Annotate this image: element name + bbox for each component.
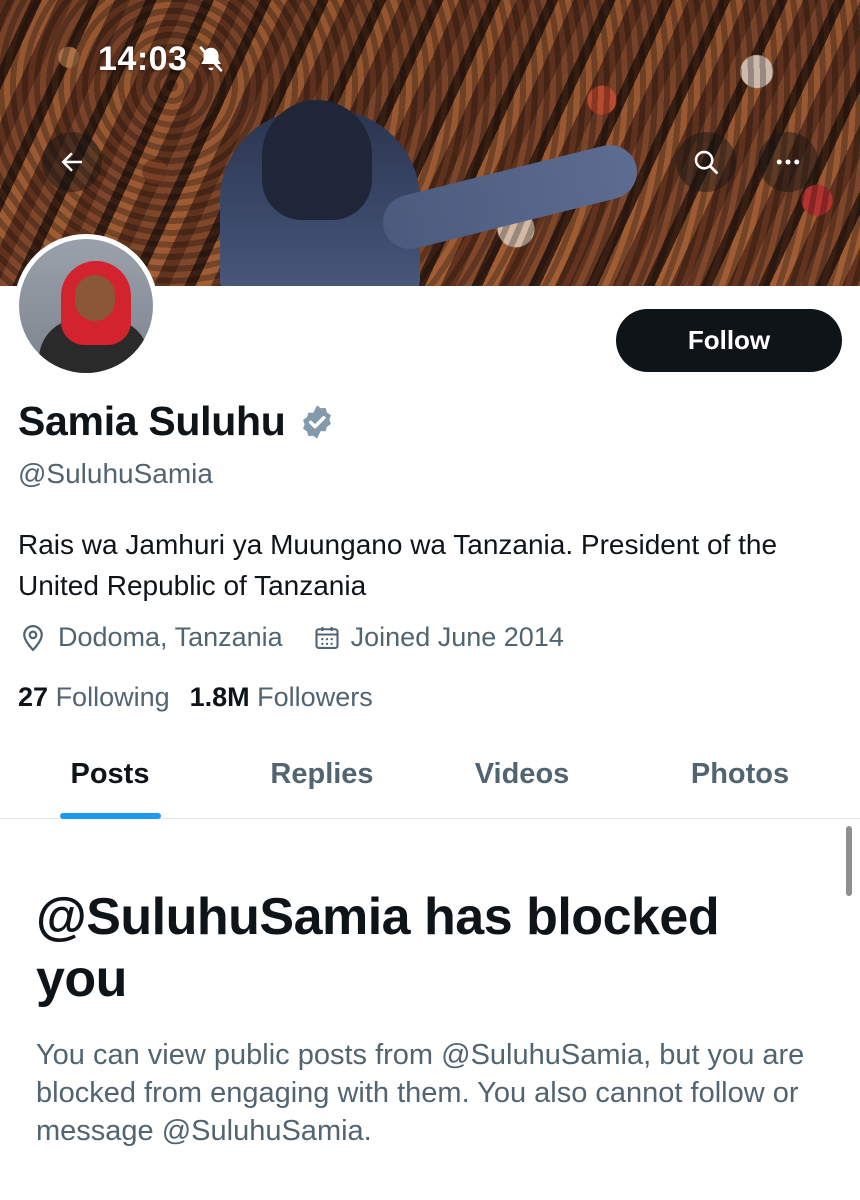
status-bar-time: 14:03 bbox=[98, 40, 188, 78]
tab-photos-label: Photos bbox=[690, 758, 790, 790]
active-tab-indicator bbox=[60, 813, 161, 819]
location-item: Dodoma, Tanzania bbox=[18, 622, 283, 653]
follow-stats: 27 Following 1.8M Followers bbox=[18, 682, 373, 713]
following-link[interactable]: 27 Following bbox=[18, 682, 170, 713]
joined-text: Joined June 2014 bbox=[350, 622, 564, 652]
tab-posts-label: Posts bbox=[70, 758, 150, 790]
scrollbar[interactable] bbox=[846, 826, 852, 896]
tab-replies-label: Replies bbox=[270, 758, 374, 790]
bell-off-icon bbox=[199, 46, 223, 72]
tab-photos[interactable]: Photos bbox=[620, 730, 860, 819]
followers-count: 1.8M bbox=[189, 682, 250, 712]
search-icon bbox=[694, 150, 718, 174]
tab-videos[interactable]: Videos bbox=[424, 730, 620, 819]
bio: Rais wa Jamhuri ya Muungano wa Tanzania.… bbox=[18, 529, 778, 601]
avatar-face bbox=[75, 275, 115, 321]
more-horizontal-icon bbox=[776, 159, 800, 165]
following-count: 27 bbox=[18, 682, 49, 712]
joined-item: Joined June 2014 bbox=[313, 622, 564, 653]
avatar[interactable] bbox=[14, 234, 158, 378]
name-row: Samia Suluhu bbox=[18, 398, 336, 445]
tab-posts[interactable]: Posts bbox=[0, 730, 220, 819]
calendar-icon bbox=[315, 626, 339, 649]
location-pin-icon bbox=[23, 624, 43, 651]
blocked-title: @SuluhuSamia has blocked you bbox=[36, 888, 720, 1008]
verified-badge-icon[interactable] bbox=[298, 403, 336, 441]
banner-arm bbox=[377, 139, 643, 255]
followers-link[interactable]: 1.8M Followers bbox=[190, 682, 373, 713]
back-button[interactable] bbox=[42, 132, 102, 192]
tab-videos-label: Videos bbox=[474, 758, 570, 790]
location-text: Dodoma, Tanzania bbox=[58, 622, 283, 652]
search-button[interactable] bbox=[676, 132, 736, 192]
followers-label: Followers bbox=[257, 682, 373, 712]
following-label: Following bbox=[55, 682, 170, 712]
profile-meta: Dodoma, Tanzania Joined June 2014 bbox=[18, 622, 564, 653]
avatar-image bbox=[19, 239, 153, 373]
profile-tabs: Posts Replies Videos Photos bbox=[0, 730, 860, 819]
arrow-left-icon bbox=[61, 152, 82, 172]
handle: @SuluhuSamia bbox=[18, 458, 213, 489]
blocked-description: You can view public posts from @SuluhuSa… bbox=[36, 1039, 805, 1147]
tab-replies[interactable]: Replies bbox=[220, 730, 424, 819]
follow-button[interactable]: Follow bbox=[616, 309, 842, 372]
banner-head bbox=[262, 100, 372, 220]
more-options-button[interactable] bbox=[758, 132, 818, 192]
display-name: Samia Suluhu bbox=[18, 398, 286, 444]
